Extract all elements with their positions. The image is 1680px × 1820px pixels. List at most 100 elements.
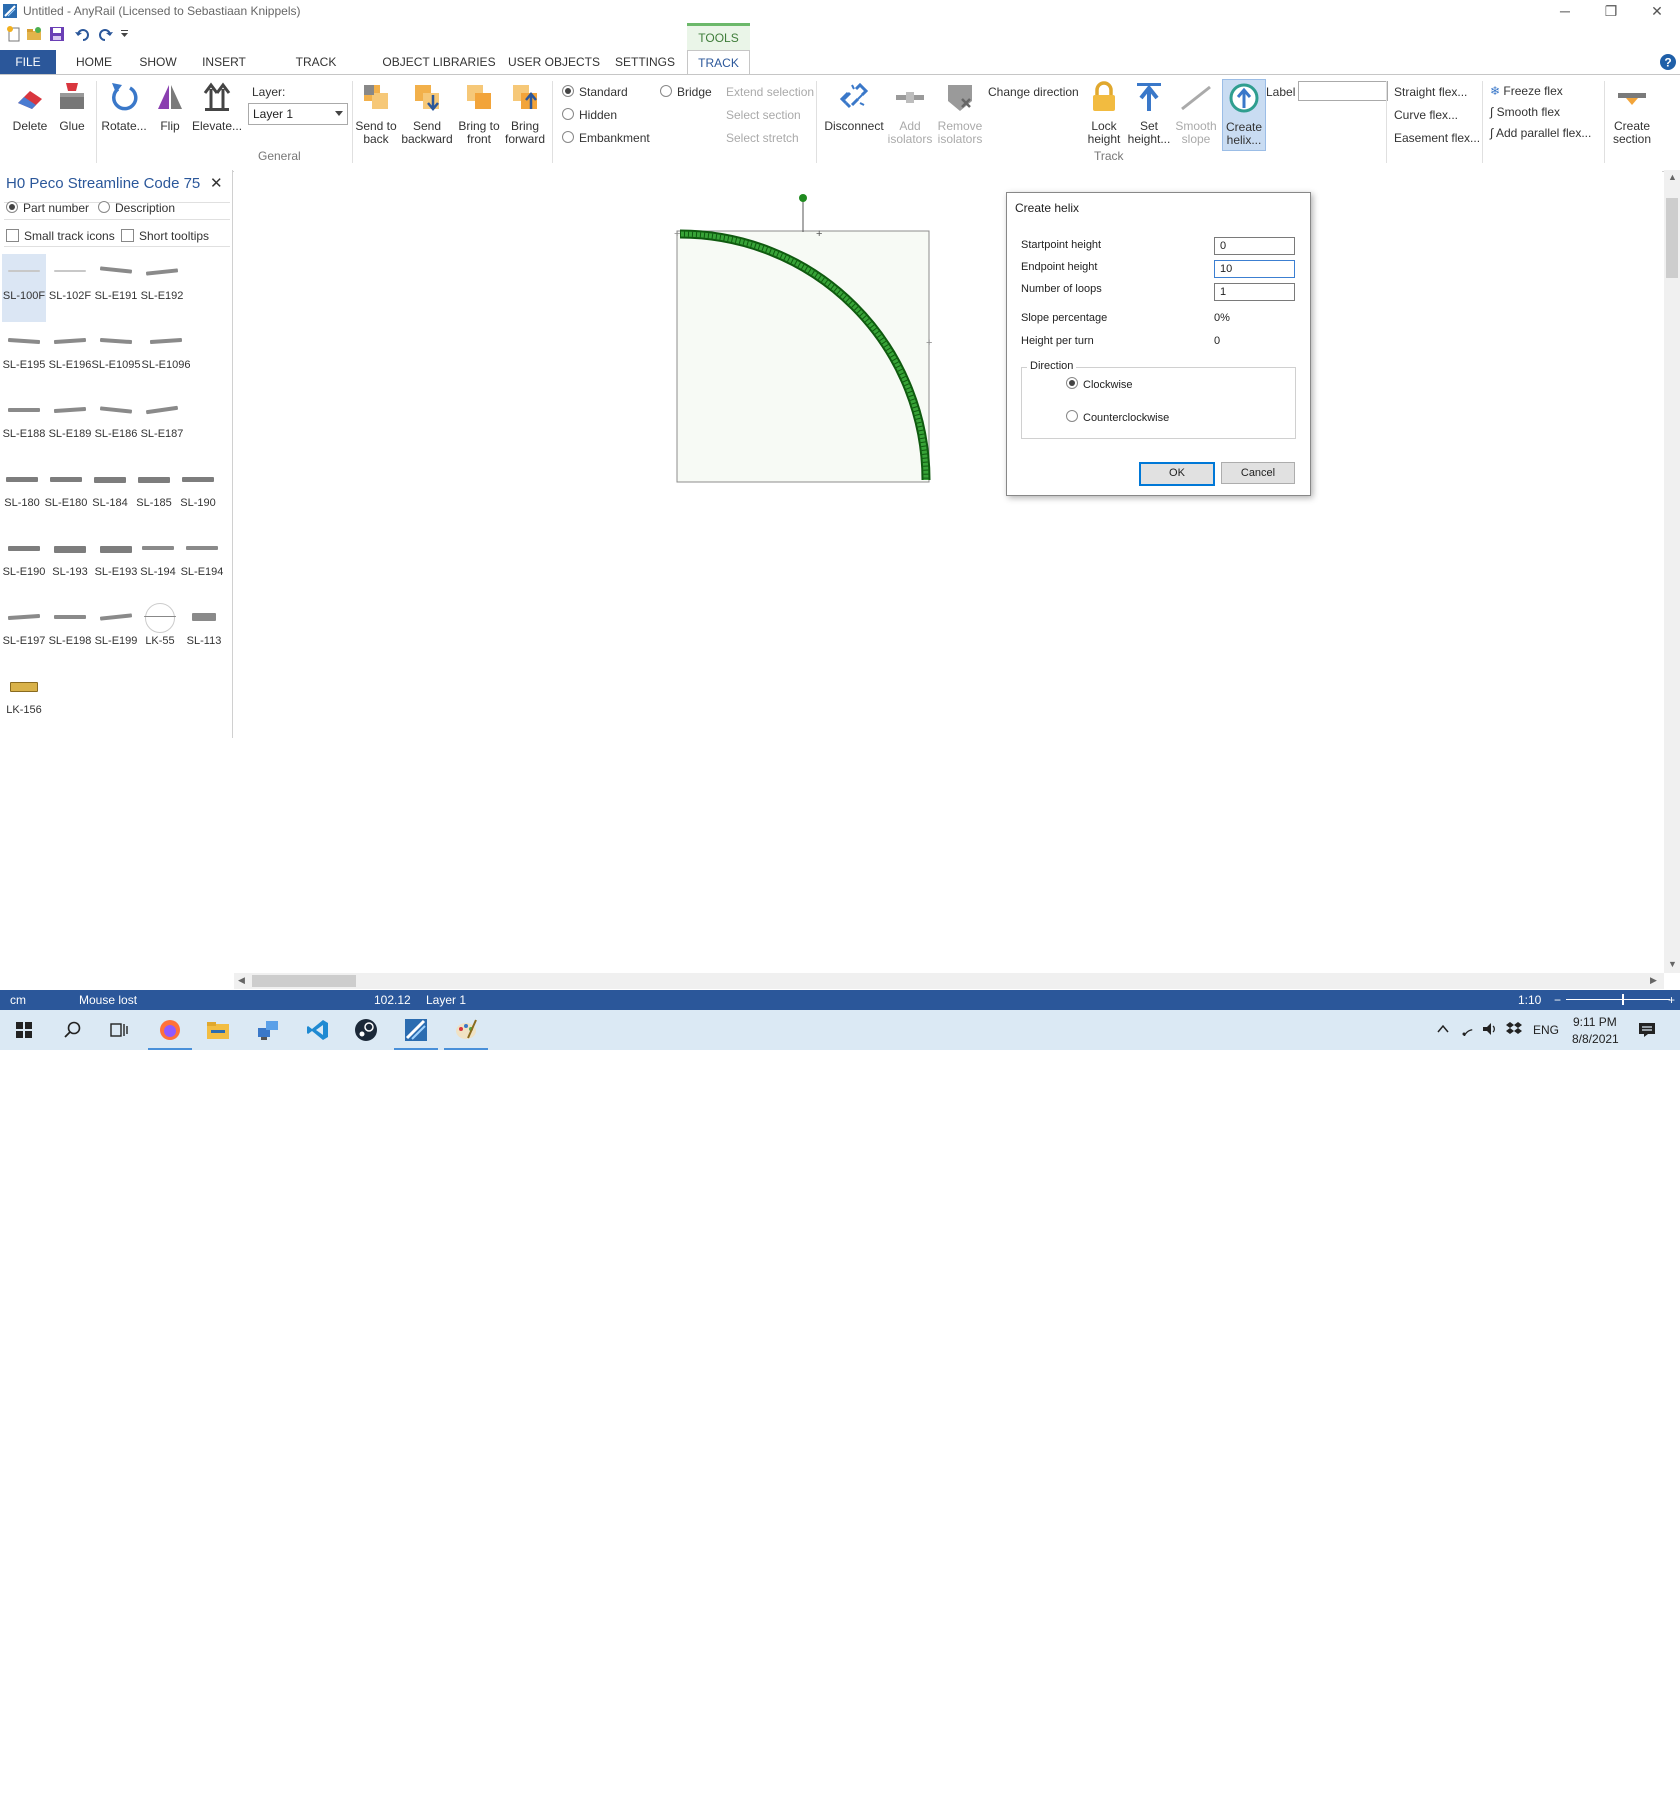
curve-flex-button[interactable]: Curve flex... xyxy=(1394,108,1458,122)
undo-icon[interactable] xyxy=(74,26,90,42)
vertical-scroll-thumb[interactable] xyxy=(1666,198,1678,278)
flip-button[interactable]: Flip xyxy=(150,81,190,133)
taskbar-network-app[interactable] xyxy=(244,1010,292,1050)
bring-forward-button[interactable]: Bring forward xyxy=(502,81,548,146)
layout-canvas[interactable]: + + + xyxy=(234,170,1662,973)
elevate-button[interactable]: Elevate... xyxy=(192,81,242,133)
track-part-sl-113[interactable]: SL-113 xyxy=(182,599,226,667)
wifi-icon[interactable] xyxy=(1460,1022,1476,1036)
close-window-button[interactable]: ✕ xyxy=(1634,0,1680,24)
minimize-button[interactable]: ─ xyxy=(1542,0,1588,24)
clock-time[interactable]: 9:11 PM xyxy=(1573,1015,1617,1029)
track-part-sl-e195[interactable]: SL-E195 xyxy=(2,323,46,391)
taskbar-steam[interactable] xyxy=(342,1010,390,1050)
redo-icon[interactable] xyxy=(98,26,114,42)
zoom-slider-thumb[interactable] xyxy=(1622,994,1624,1005)
track-part-sl-e1095[interactable]: SL-E1095 xyxy=(92,323,140,391)
rotation-handle[interactable] xyxy=(799,194,807,202)
track-part-sl-e186[interactable]: SL-E186 xyxy=(94,392,138,460)
new-file-icon[interactable] xyxy=(6,26,22,42)
volume-icon[interactable] xyxy=(1482,1022,1498,1036)
track-part-sl-100f[interactable]: SL-100F xyxy=(2,254,46,322)
zoom-in-button[interactable]: + xyxy=(1668,993,1675,1007)
delete-button[interactable]: Delete xyxy=(8,81,52,133)
scroll-left-icon[interactable]: ◀ xyxy=(238,975,245,986)
zoom-slider-track[interactable] xyxy=(1566,999,1670,1000)
track-label-input[interactable] xyxy=(1298,81,1388,101)
track-part-sl-e198[interactable]: SL-E198 xyxy=(48,599,92,667)
send-backward-button[interactable]: Send backward xyxy=(400,81,454,146)
horizontal-scrollbar[interactable]: ◀ ▶ xyxy=(234,973,1664,989)
disconnect-button[interactable]: Disconnect xyxy=(820,81,888,133)
straight-flex-button[interactable]: Straight flex... xyxy=(1394,85,1467,99)
send-to-back-button[interactable]: Send to back xyxy=(352,81,400,146)
track-part-sl-102f[interactable]: SL-102F xyxy=(48,254,92,322)
track-part-sl-194[interactable]: SL-194 xyxy=(136,530,180,598)
scroll-down-icon[interactable]: ▼ xyxy=(1668,959,1677,969)
glue-button[interactable]: Glue xyxy=(52,81,92,133)
track-part-lk-156[interactable]: LK-156 xyxy=(2,668,46,736)
freeze-flex-button[interactable]: ❄ Freeze flex xyxy=(1490,84,1563,98)
track-part-sl-e189[interactable]: SL-E189 xyxy=(48,392,92,460)
dropbox-icon[interactable] xyxy=(1506,1021,1522,1037)
tab-file[interactable]: FILE xyxy=(0,50,56,74)
startpoint-height-input[interactable] xyxy=(1214,237,1295,255)
track-part-sl-e194[interactable]: SL-E194 xyxy=(180,530,224,598)
extend-selection-button[interactable]: Extend selection xyxy=(726,85,814,99)
open-file-icon[interactable] xyxy=(26,26,42,42)
smooth-flex-button[interactable]: ∫ Smooth flex xyxy=(1490,105,1560,119)
zoom-out-button[interactable]: − xyxy=(1554,993,1561,1007)
taskbar-vscode[interactable] xyxy=(294,1010,342,1050)
endpoint-height-input[interactable] xyxy=(1214,260,1295,278)
cancel-button[interactable]: Cancel xyxy=(1221,462,1295,484)
hidden-radio[interactable]: Hidden xyxy=(562,108,617,122)
short-tooltips-checkbox[interactable]: Short tooltips xyxy=(121,229,209,243)
track-part-sl-185[interactable]: SL-185 xyxy=(132,461,176,529)
notification-center-icon[interactable] xyxy=(1638,1022,1656,1038)
scroll-up-icon[interactable]: ▲ xyxy=(1668,172,1677,182)
chevron-up-icon[interactable] xyxy=(1437,1024,1449,1034)
part-number-radio[interactable]: Part number xyxy=(6,201,89,215)
track-part-sl-184[interactable]: SL-184 xyxy=(88,461,132,529)
resize-handle[interactable]: + xyxy=(926,337,932,349)
small-track-icons-checkbox[interactable]: Small track icons xyxy=(6,229,115,243)
smooth-slope-button[interactable]: Smooth slope xyxy=(1172,81,1220,146)
customize-qat-icon[interactable] xyxy=(120,26,136,42)
tab-settings[interactable]: SETTINGS xyxy=(612,50,678,74)
taskbar-firefox[interactable] xyxy=(146,1010,194,1050)
change-direction-button[interactable]: Change direction xyxy=(988,85,1079,99)
search-button[interactable] xyxy=(48,1010,96,1050)
tab-home[interactable]: HOME xyxy=(66,50,122,74)
tab-user-objects[interactable]: USER OBJECTS xyxy=(508,50,600,74)
track-part-sl-e193[interactable]: SL-E193 xyxy=(94,530,138,598)
remove-isolators-button[interactable]: Remove isolators xyxy=(934,81,986,146)
restore-button[interactable]: ❐ xyxy=(1588,0,1634,24)
number-of-loops-input[interactable] xyxy=(1214,283,1295,301)
track-part-sl-e191[interactable]: SL-E191 xyxy=(94,254,138,322)
save-icon[interactable] xyxy=(49,26,65,42)
standard-radio[interactable]: Standard xyxy=(562,85,628,99)
track-part-lk-55[interactable]: LK-55 xyxy=(138,599,182,667)
add-parallel-flex-button[interactable]: ∫ Add parallel flex... xyxy=(1490,126,1591,140)
tab-track[interactable]: TRACK xyxy=(687,50,750,75)
close-panel-button[interactable]: ✕ xyxy=(210,174,223,192)
track-part-sl-e1096[interactable]: SL-E1096 xyxy=(142,323,190,391)
taskbar-paint[interactable] xyxy=(442,1010,490,1050)
track-part-sl-180[interactable]: SL-180 xyxy=(0,461,44,529)
track-part-sl-e180[interactable]: SL-E180 xyxy=(44,461,88,529)
description-radio[interactable]: Description xyxy=(98,201,175,215)
track-part-sl-e196[interactable]: SL-E196 xyxy=(48,323,92,391)
track-part-sl-e190[interactable]: SL-E190 xyxy=(2,530,46,598)
layer-select[interactable]: Layer 1 xyxy=(248,103,348,125)
track-part-sl-e188[interactable]: SL-E188 xyxy=(2,392,46,460)
track-part-sl-190[interactable]: SL-190 xyxy=(176,461,220,529)
track-part-sl-e192[interactable]: SL-E192 xyxy=(140,254,184,322)
taskbar-file-explorer[interactable] xyxy=(194,1010,242,1050)
bridge-radio[interactable]: Bridge xyxy=(660,85,712,99)
resize-handle[interactable]: + xyxy=(816,228,822,240)
tab-insert[interactable]: INSERT xyxy=(196,50,252,74)
track-part-sl-e199[interactable]: SL-E199 xyxy=(94,599,138,667)
easement-flex-button[interactable]: Easement flex... xyxy=(1394,131,1480,145)
add-isolators-button[interactable]: Add isolators xyxy=(886,81,934,146)
track-part-sl-e187[interactable]: SL-E187 xyxy=(140,392,184,460)
